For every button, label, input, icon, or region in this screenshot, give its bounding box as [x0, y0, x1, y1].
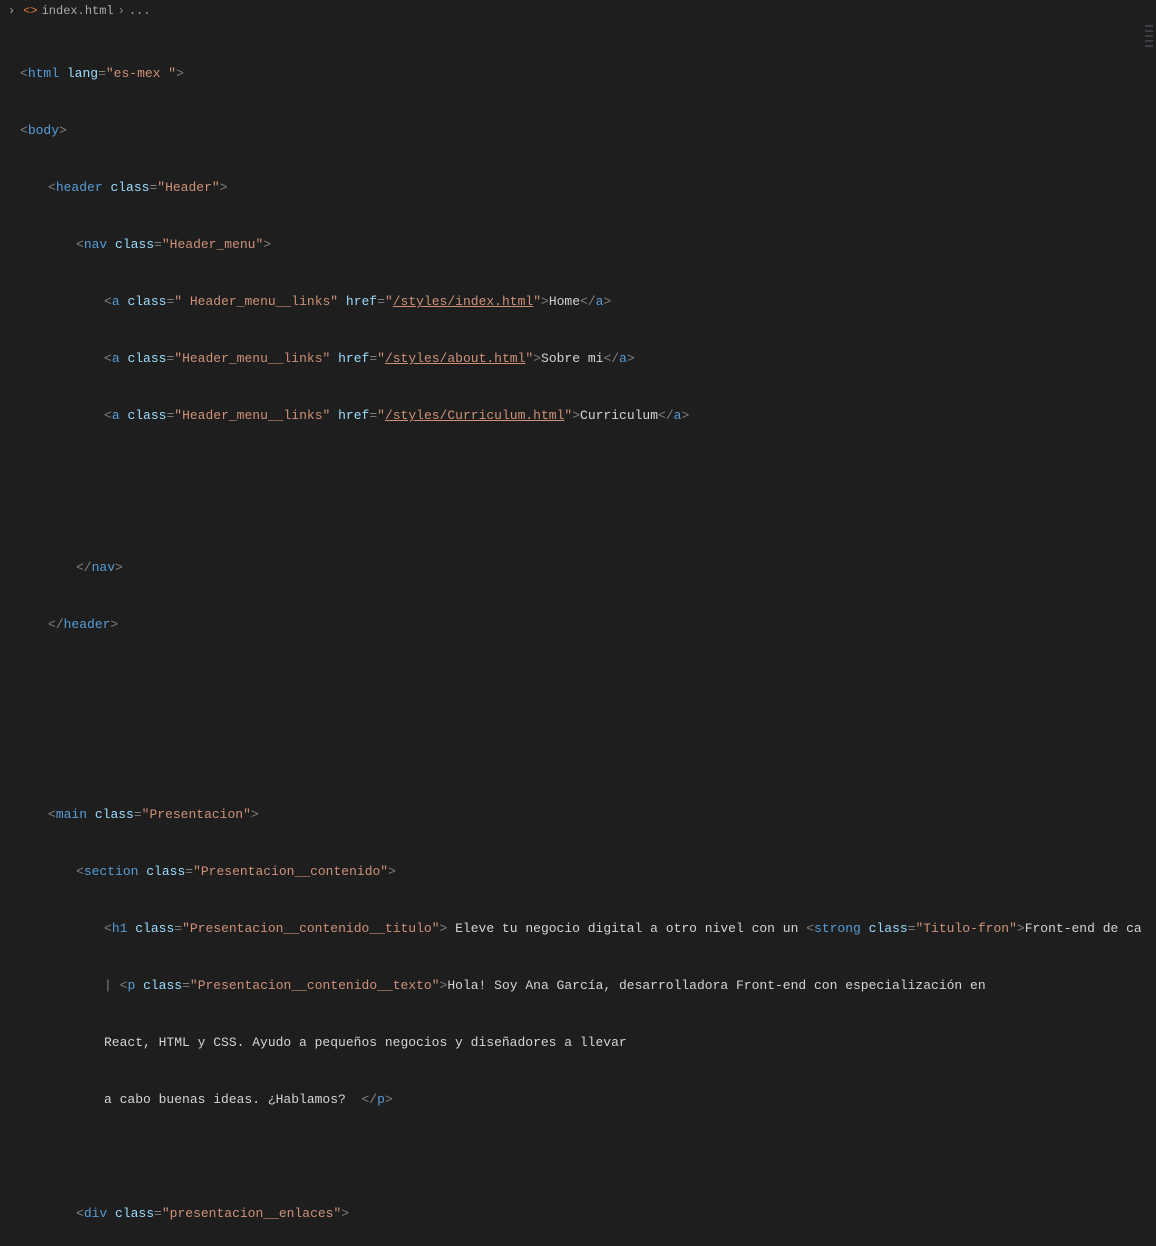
code-line[interactable]: <a class=" Header_menu__links" href="/st…	[20, 292, 1156, 311]
code-line[interactable]	[20, 501, 1156, 520]
html-file-icon: <>	[23, 4, 37, 18]
code-line[interactable]: <body>	[20, 121, 1156, 140]
code-line[interactable]: </nav>	[20, 558, 1156, 577]
code-line[interactable]: <h1 class="Presentacion__contenido__titu…	[20, 919, 1156, 938]
code-line[interactable]: | <p class="Presentacion__contenido__tex…	[20, 976, 1156, 995]
code-line[interactable]	[20, 1147, 1156, 1166]
breadcrumb[interactable]: › <> index.html › ...	[0, 0, 1156, 22]
code-line[interactable]	[20, 710, 1156, 729]
code-editor[interactable]: <html lang="es-mex "> <body> <header cla…	[0, 22, 1156, 1246]
code-line[interactable]: a cabo buenas ideas. ¿Hablamos? </p>	[20, 1090, 1156, 1109]
code-line[interactable]: <a class="Header_menu__links" href="/sty…	[20, 406, 1156, 425]
code-line[interactable]: <a class="Header_menu__links" href="/sty…	[20, 349, 1156, 368]
code-line[interactable]: <main class="Presentacion">	[20, 805, 1156, 824]
code-line[interactable]: <div class="presentacion__enlaces">	[20, 1204, 1156, 1223]
code-line[interactable]: <html lang="es-mex ">	[20, 64, 1156, 83]
minimap[interactable]	[1142, 22, 1156, 623]
breadcrumb-dots[interactable]: ...	[129, 4, 151, 18]
code-line[interactable]	[20, 463, 1156, 482]
breadcrumb-file[interactable]: index.html	[42, 4, 114, 18]
code-line[interactable]: <section class="Presentacion__contenido"…	[20, 862, 1156, 881]
code-line[interactable]: <header class="Header">	[20, 178, 1156, 197]
breadcrumb-sep: ›	[118, 4, 125, 18]
breadcrumb-sep: ›	[8, 4, 15, 18]
code-line[interactable]	[20, 748, 1156, 767]
code-line[interactable]: <nav class="Header_menu">	[20, 235, 1156, 254]
code-line[interactable]: </header>	[20, 615, 1156, 634]
code-line[interactable]: React, HTML y CSS. Ayudo a pequeños nego…	[20, 1033, 1156, 1052]
code-line[interactable]	[20, 672, 1156, 691]
